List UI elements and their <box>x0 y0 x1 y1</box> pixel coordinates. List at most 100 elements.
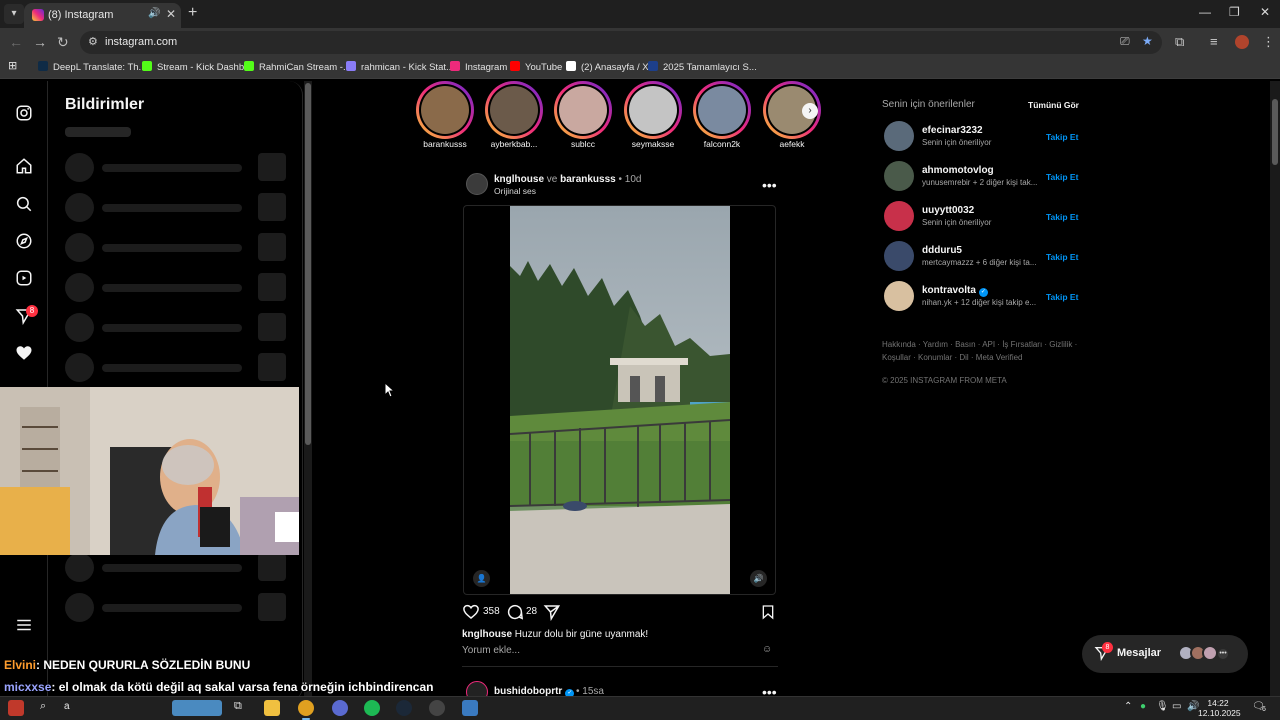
follow-button[interactable]: Takip Et <box>1046 212 1078 222</box>
stories-next-arrow-icon[interactable]: › <box>802 103 818 119</box>
follow-button[interactable]: Takip Et <box>1046 132 1078 142</box>
notifications-scrollbar[interactable] <box>304 81 312 701</box>
emoji-icon[interactable]: ☺ <box>762 644 772 655</box>
instagram-logo-icon[interactable] <box>15 104 33 122</box>
obs-icon[interactable] <box>429 700 445 716</box>
heart-icon[interactable] <box>15 344 33 362</box>
bookmark-tamamlayici[interactable]: 2025 Tamamlayıcı S... <box>648 61 757 73</box>
suggestion-username[interactable]: efecinar3232 <box>922 125 983 136</box>
weather-widget-icon[interactable] <box>172 700 222 716</box>
extensions-icon[interactable]: ⧉ <box>1175 34 1184 50</box>
forward-button[interactable]: → <box>33 34 47 50</box>
post-coauthor[interactable]: barankusss <box>560 174 616 185</box>
footer-links[interactable]: Hakkında · Yardım · Basın · API · İş Fır… <box>882 338 1082 364</box>
reels-icon[interactable] <box>15 269 33 287</box>
bookmark-instagram[interactable]: Instagram <box>450 61 507 73</box>
post-author[interactable]: knglhouse <box>494 174 544 185</box>
bookmark-x[interactable]: (2) Anasayfa / X <box>566 61 649 73</box>
more-options-icon[interactable]: ••• <box>762 177 777 193</box>
search-icon[interactable]: ⌕ <box>40 700 46 713</box>
explore-icon[interactable] <box>15 232 33 250</box>
task-view-icon[interactable]: ⧉ <box>234 700 242 713</box>
story-item[interactable]: barankusss <box>415 81 475 151</box>
taskbar-search-text[interactable]: a <box>64 701 70 712</box>
bookmark-kick-stats[interactable]: rahmican - Kick Stat... <box>346 61 454 73</box>
tray-expand-icon[interactable]: ⌃ <box>1124 701 1132 712</box>
follow-button[interactable]: Takip Et <box>1046 292 1078 302</box>
like-count[interactable]: 358 <box>483 606 500 617</box>
tab-close-icon[interactable]: ✕ <box>166 7 176 21</box>
suggestion-avatar[interactable] <box>884 121 914 151</box>
comment-count[interactable]: 28 <box>526 606 537 617</box>
bookmark-kick-dashboard[interactable]: Stream - Kick Dashb... <box>142 61 252 73</box>
microphone-icon[interactable]: 🎙 <box>1156 701 1169 712</box>
bookmark-star-icon[interactable]: ★ <box>1142 34 1153 48</box>
post-audio-link[interactable]: Orijinal ses <box>494 186 536 196</box>
comment-icon[interactable] <box>506 603 524 621</box>
page-scrollbar[interactable] <box>1270 81 1280 701</box>
volume-icon[interactable]: 🔊 <box>750 570 767 587</box>
messages-button[interactable]: 8 Mesajlar ••• <box>1082 635 1248 673</box>
post-author-avatar[interactable] <box>466 173 488 195</box>
minimize-button[interactable]: — <box>1199 5 1211 19</box>
like-heart-icon[interactable] <box>462 603 480 621</box>
suggestion-username[interactable]: ahmomotovlog <box>922 165 994 176</box>
profile-avatar[interactable] <box>1235 35 1249 49</box>
site-info-icon[interactable]: ⚙ <box>88 35 98 48</box>
story-item[interactable]: ayberkbab... <box>484 81 544 151</box>
post-video[interactable] <box>510 206 730 594</box>
suggestion-avatar[interactable] <box>884 201 914 231</box>
share-icon[interactable] <box>543 603 561 621</box>
address-bar[interactable]: ⚙ instagram.com ⎚ ★ <box>80 31 1162 54</box>
cast-icon[interactable]: ⎚ <box>1120 34 1130 49</box>
follow-button[interactable]: Takip Et <box>1046 252 1078 262</box>
post-media[interactable]: 👤 🔊 <box>463 205 776 595</box>
save-bookmark-icon[interactable] <box>760 603 776 621</box>
footer-line[interactable]: Hakkında · Yardım · Basın · API · İş Fır… <box>882 338 1082 351</box>
story-item[interactable]: seymaksse <box>623 81 683 151</box>
close-window-button[interactable]: ✕ <box>1260 5 1270 19</box>
chrome-menu-icon[interactable]: ⋮ <box>1262 34 1275 50</box>
see-all-link[interactable]: Tümünü Gör <box>1028 100 1079 110</box>
status-dot-icon[interactable]: ● <box>1140 701 1146 712</box>
home-icon[interactable] <box>15 157 33 175</box>
spotify-icon[interactable] <box>364 700 380 716</box>
story-item[interactable]: sublcc <box>553 81 613 151</box>
suggestion-avatar[interactable] <box>884 281 914 311</box>
restore-button[interactable]: ❐ <box>1229 5 1240 19</box>
taskbar-clock[interactable]: 14:22 12.10.2025 <box>1198 698 1241 718</box>
tagged-user-icon[interactable]: 👤 <box>473 570 490 587</box>
search-icon[interactable] <box>15 195 33 213</box>
steam-icon[interactable] <box>396 700 412 716</box>
network-icon[interactable]: ▭ <box>1172 701 1181 712</box>
comment-input[interactable]: Yorum ekle... <box>462 645 712 656</box>
bookmark-rahmican-stream[interactable]: RahmiCan Stream -... <box>244 61 351 73</box>
start-icon[interactable] <box>8 700 24 716</box>
file-explorer-icon[interactable] <box>264 700 280 716</box>
bookmark-deepl[interactable]: DeepL Translate: Th... <box>38 61 146 73</box>
suggestion-avatar[interactable] <box>884 161 914 191</box>
follow-button[interactable]: Takip Et <box>1046 172 1078 182</box>
browser-tab[interactable]: (8) Instagram 🔊 ✕ <box>24 3 181 28</box>
app-icon[interactable] <box>462 700 478 716</box>
tab-search-button[interactable]: ▾ <box>4 4 24 24</box>
footer-line[interactable]: Koşullar · Konumlar · Dil · Meta Verifie… <box>882 351 1082 364</box>
story-item[interactable]: falconn2k <box>692 81 752 151</box>
chrome-icon[interactable] <box>298 700 314 716</box>
discord-icon[interactable] <box>332 700 348 716</box>
speaker-icon[interactable]: 🔊 <box>148 8 160 19</box>
chat-message: Elvini: NEDEN QURURLA SÖZLEDİN BUNU <box>4 658 250 672</box>
new-tab-button[interactable]: + <box>188 4 197 22</box>
kick-icon <box>142 61 152 71</box>
suggestion-username[interactable]: ddduru5 <box>922 245 962 256</box>
reload-button[interactable]: ↻ <box>57 34 69 50</box>
apps-icon[interactable]: ⊞ <box>8 59 17 72</box>
caption-user[interactable]: knglhouse <box>462 629 512 640</box>
suggestion-avatar[interactable] <box>884 241 914 271</box>
bookmark-youtube[interactable]: YouTube <box>510 61 562 73</box>
media-controls-icon[interactable]: ≡ <box>1210 34 1218 50</box>
menu-icon[interactable] <box>15 616 33 634</box>
suggestion-username[interactable]: uuyytt0032 <box>922 205 974 216</box>
back-button[interactable]: ← <box>9 34 23 50</box>
suggestion-username[interactable]: kontravolta ✓ <box>922 285 988 297</box>
